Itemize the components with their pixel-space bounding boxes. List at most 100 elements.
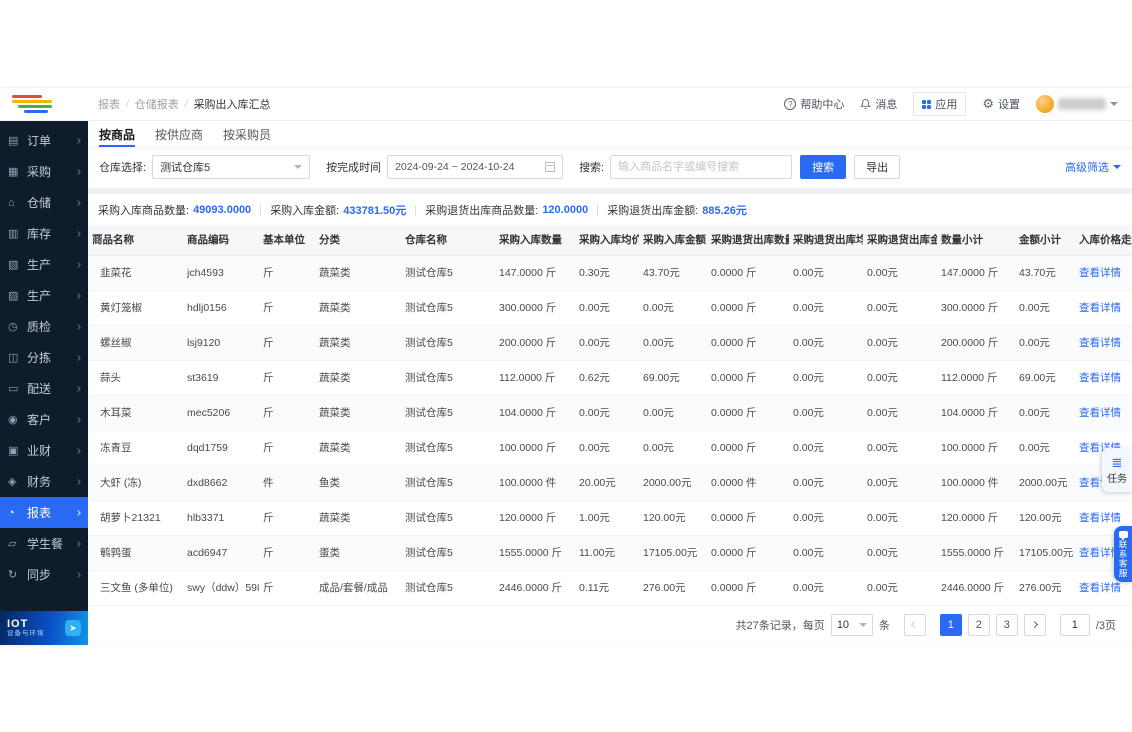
sidebar-item[interactable]: ▨ 生产 bbox=[0, 280, 88, 311]
column-header[interactable]: 采购入库数量 bbox=[495, 225, 575, 256]
cell-category: 蔬菜类 bbox=[315, 395, 401, 431]
breadcrumb-item[interactable]: 仓储报表 bbox=[135, 96, 179, 112]
report-card: 采购入库商品数量: 49093.0000 采购入库金额: 433781.50元 bbox=[88, 194, 1132, 646]
column-header[interactable]: 金额小计 bbox=[1015, 225, 1075, 256]
date-range-picker[interactable]: 2024-09-24 ~ 2024-10-24 bbox=[387, 155, 564, 179]
cell-return-avg-price: 0.00元 bbox=[789, 535, 863, 571]
advanced-filter-link[interactable]: 高级筛选 bbox=[1065, 159, 1121, 175]
sidebar-item[interactable]: ◷ 质检 bbox=[0, 311, 88, 342]
tasks-widget[interactable]: 任务 bbox=[1102, 448, 1132, 492]
sidebar-item-label: 分拣 bbox=[27, 351, 52, 365]
cell-inbound-amount: 0.00元 bbox=[639, 430, 707, 466]
table-row: 螺丝椒 lsj9120 斤 蔬菜类 测试仓库5 200.0000 斤 0.00元… bbox=[88, 325, 1132, 361]
tab[interactable]: 按采购员 bbox=[223, 121, 271, 147]
column-header[interactable]: 入库价格走势 bbox=[1075, 225, 1132, 256]
search-input[interactable] bbox=[611, 156, 792, 178]
column-header[interactable]: 仓库名称 bbox=[401, 225, 495, 256]
sidebar-item[interactable]: ↻ 同步 bbox=[0, 559, 88, 590]
date-range-value: 2024-09-24 ~ 2024-10-24 bbox=[395, 161, 515, 173]
logo-bar bbox=[18, 105, 52, 108]
view-details-link[interactable]: 查看详情 bbox=[1079, 407, 1121, 419]
sidebar-item[interactable]: ▧ 生产 bbox=[0, 249, 88, 280]
view-details-link[interactable]: 查看详情 bbox=[1079, 267, 1121, 279]
export-button[interactable]: 导出 bbox=[854, 155, 901, 179]
summary-value: 433781.50元 bbox=[343, 205, 407, 217]
next-page-button[interactable] bbox=[1023, 613, 1046, 636]
search-button[interactable]: 搜索 bbox=[800, 155, 847, 179]
sidebar-item-label: 库存 bbox=[27, 227, 52, 241]
warehouse-select[interactable]: 测试仓库5 bbox=[152, 155, 311, 179]
column-header[interactable]: 商品编码 bbox=[183, 225, 259, 256]
cell-return-amount: 0.00元 bbox=[863, 465, 937, 501]
column-header[interactable]: 基本单位 bbox=[259, 225, 315, 256]
sidebar-item[interactable]: ▣ 业财 bbox=[0, 435, 88, 466]
cell-inbound-avg-price: 0.00元 bbox=[575, 395, 639, 431]
view-details-link[interactable]: 查看详情 bbox=[1079, 512, 1121, 524]
cell-inbound-qty: 112.0000 斤 bbox=[495, 360, 575, 396]
view-details-link[interactable]: 查看详情 bbox=[1079, 582, 1121, 594]
cell-amount-subtotal: 0.00元 bbox=[1015, 325, 1075, 361]
cell-inbound-amount: 0.00元 bbox=[639, 395, 707, 431]
view-details-link[interactable]: 查看详情 bbox=[1079, 302, 1121, 314]
cell-qty-subtotal: 147.0000 斤 bbox=[937, 255, 1015, 291]
sidebar-item[interactable]: ⌂ 仓储 bbox=[0, 187, 88, 218]
chevron-right-icon bbox=[75, 447, 81, 454]
sidebar-item[interactable]: ▤ 订单 bbox=[0, 125, 88, 156]
page-button[interactable]: 1 bbox=[939, 613, 962, 636]
column-settings-icon[interactable] bbox=[93, 234, 102, 241]
cell-warehouse: 测试仓库5 bbox=[401, 255, 495, 291]
messages-button[interactable]: 消息 bbox=[860, 96, 897, 112]
column-header-label: 入库价格走势 bbox=[1079, 234, 1132, 247]
sidebar-item[interactable]: ▭ 配送 bbox=[0, 373, 88, 404]
settings-button[interactable]: 设置 bbox=[982, 96, 1020, 112]
column-header[interactable]: 采购退货出库数量 bbox=[707, 225, 789, 256]
page-size-select[interactable]: 10 bbox=[830, 613, 873, 636]
view-details-link[interactable]: 查看详情 bbox=[1079, 372, 1121, 384]
sidebar-item[interactable]: ▦ 采购 bbox=[0, 156, 88, 187]
sidebar-item-label: 客户 bbox=[27, 413, 52, 427]
column-header-label: 采购入库数量 bbox=[499, 234, 562, 247]
chevron-right-icon bbox=[75, 571, 81, 578]
breadcrumb-item[interactable]: 报表 bbox=[98, 96, 120, 112]
cell-return-qty: 0.0000 斤 bbox=[707, 255, 789, 291]
column-header[interactable]: 商品名称 bbox=[88, 225, 183, 256]
tab[interactable]: 按商品 bbox=[99, 121, 136, 147]
column-header[interactable]: 分类 bbox=[315, 225, 401, 256]
summary-label: 采购入库商品数量: bbox=[98, 205, 190, 217]
tab[interactable]: 按供应商 bbox=[155, 121, 203, 147]
sidebar-item[interactable]: ◫ 分拣 bbox=[0, 342, 88, 373]
cell-product-name: 蒜头 bbox=[88, 360, 183, 396]
column-header[interactable]: 采购退货出库均价 bbox=[789, 225, 863, 256]
settings-label: 设置 bbox=[998, 99, 1020, 111]
sidebar-item[interactable]: ▱ 学生餐 bbox=[0, 528, 88, 559]
sidebar-item[interactable]: ◔ 报表 bbox=[0, 497, 88, 528]
column-header[interactable]: 采购入库均价 bbox=[575, 225, 639, 256]
user-menu[interactable] bbox=[1036, 95, 1118, 113]
sidebar-item[interactable]: ▥ 库存 bbox=[0, 218, 88, 249]
cell-inbound-amount: 2000.00元 bbox=[639, 465, 707, 501]
logo-bar bbox=[12, 100, 52, 103]
pagination-total-label: 共27条记录，每页 bbox=[735, 619, 825, 632]
cell-inbound-amount: 69.00元 bbox=[639, 360, 707, 396]
summary-label: 采购退货出库金额: bbox=[607, 205, 699, 217]
page-button[interactable]: 3 bbox=[995, 613, 1018, 636]
page-jump-input[interactable] bbox=[1059, 613, 1090, 636]
cell-inbound-avg-price: 0.00元 bbox=[575, 325, 639, 361]
cell-product-name: 鹌鹑蛋 bbox=[88, 535, 183, 571]
column-header[interactable]: 采购入库金额 bbox=[639, 225, 707, 256]
cell-return-qty: 0.0000 斤 bbox=[707, 570, 789, 606]
view-details-link[interactable]: 查看详情 bbox=[1079, 337, 1121, 349]
cell-inbound-qty: 300.0000 斤 bbox=[495, 290, 575, 326]
column-header[interactable]: 数量小计 bbox=[937, 225, 1015, 256]
page-button[interactable]: 2 bbox=[967, 613, 990, 636]
iot-banner[interactable]: IOT 设备与环境 bbox=[0, 611, 88, 645]
prev-page-button[interactable] bbox=[903, 613, 926, 636]
column-header[interactable]: 采购退货出库金额 bbox=[863, 225, 937, 256]
apps-button[interactable]: 应用 bbox=[913, 92, 967, 116]
sidebar-item[interactable]: ◈ 财务 bbox=[0, 466, 88, 497]
column-header-label: 分类 bbox=[319, 234, 340, 247]
help-center-button[interactable]: 帮助中心 bbox=[784, 96, 844, 112]
customer-service-button[interactable]: 联系客服 bbox=[1114, 526, 1132, 582]
advanced-filter-label: 高级筛选 bbox=[1065, 162, 1109, 174]
sidebar-item[interactable]: ◉ 客户 bbox=[0, 404, 88, 435]
